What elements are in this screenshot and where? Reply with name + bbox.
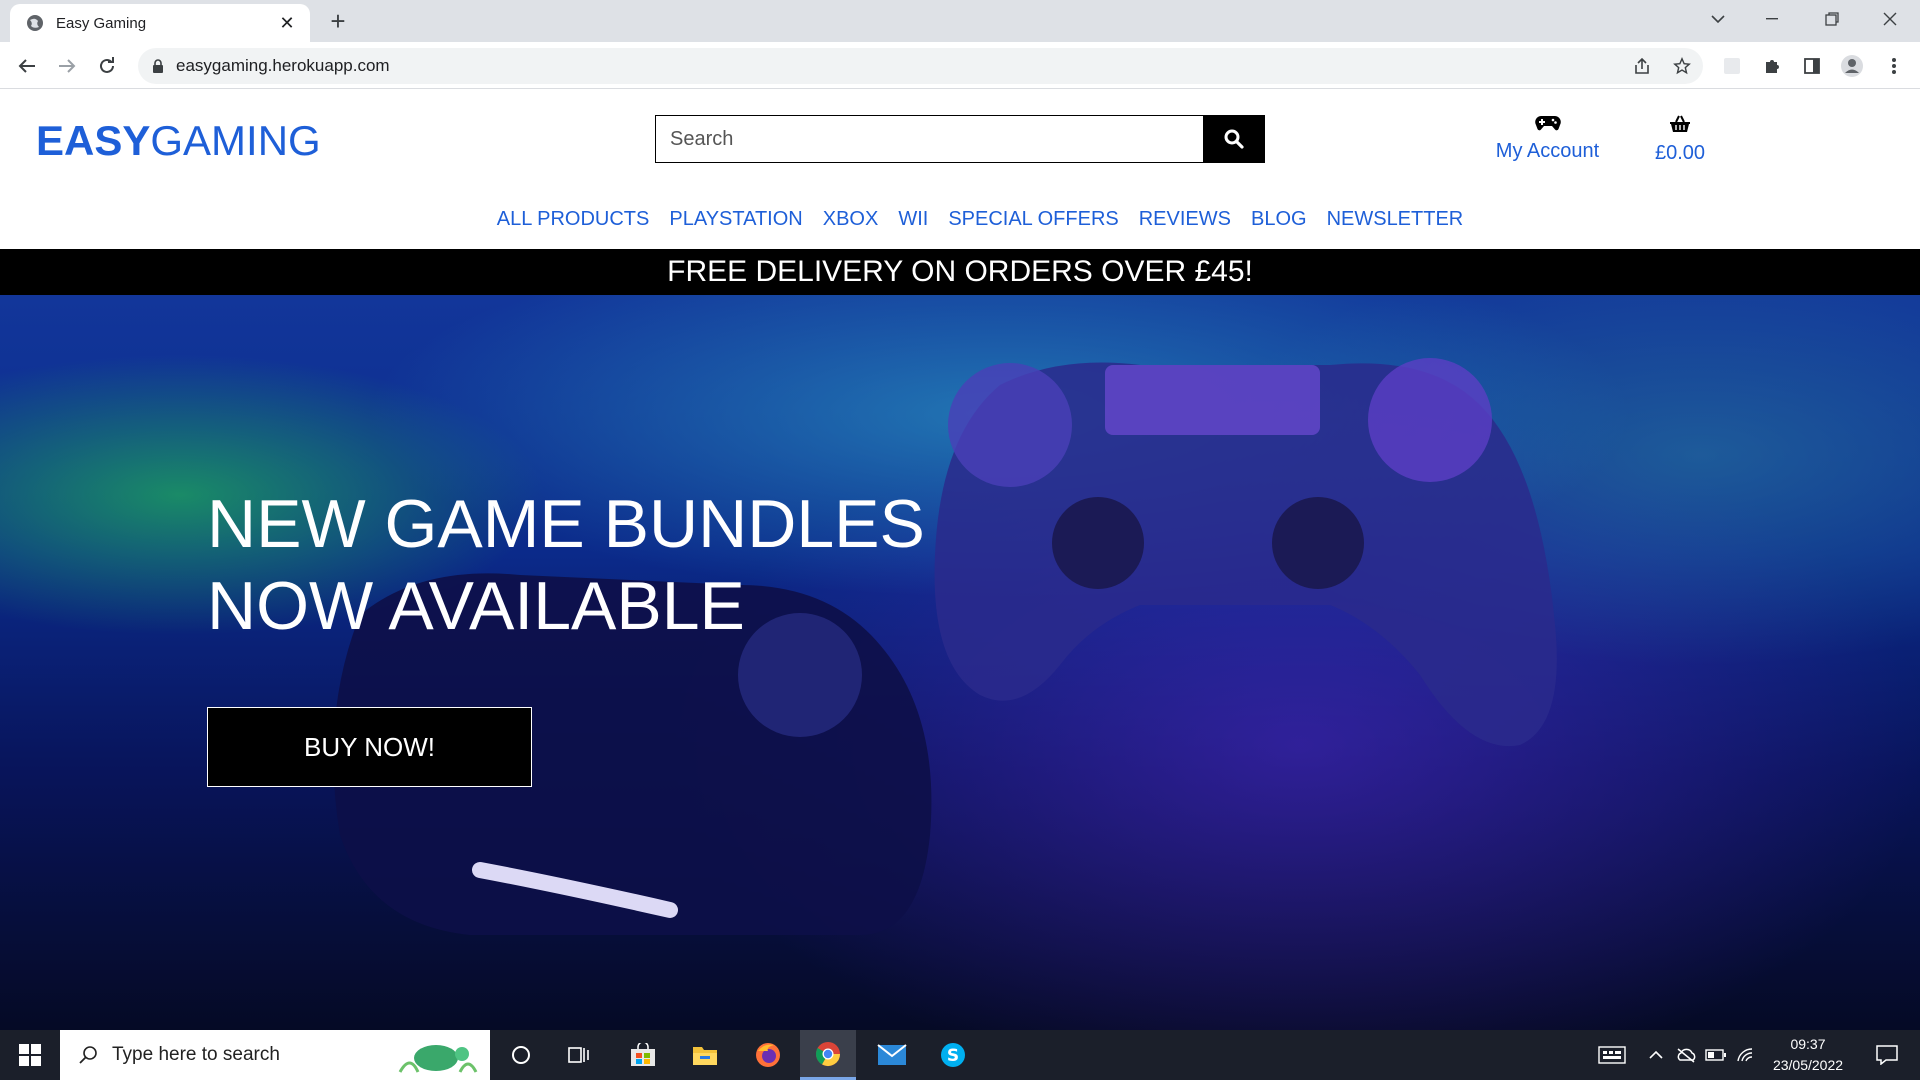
- nav-blog[interactable]: BLOG: [1251, 201, 1307, 237]
- clock-time: 09:37: [1790, 1036, 1826, 1052]
- nav-wii[interactable]: WII: [898, 201, 928, 237]
- taskbar-search-placeholder: Type here to search: [112, 1044, 280, 1065]
- store-icon[interactable]: [615, 1030, 671, 1080]
- hero-title-line-2: NOW AVAILABLE: [207, 568, 745, 644]
- svg-text:S: S: [947, 1046, 959, 1066]
- browser-menu-icon[interactable]: [1879, 51, 1909, 81]
- nav-newsletter[interactable]: NEWSLETTER: [1327, 201, 1464, 237]
- basket-icon: [1669, 115, 1691, 133]
- globe-icon: [26, 14, 44, 32]
- search-input[interactable]: [655, 115, 1203, 163]
- bookmark-star-icon[interactable]: [1667, 51, 1697, 81]
- close-tab-icon[interactable]: ✕: [276, 13, 298, 34]
- logo-light-text: GAMING: [150, 117, 321, 164]
- side-panel-icon[interactable]: [1797, 51, 1827, 81]
- gamepad-icon: [1534, 115, 1561, 131]
- browser-toolbar: easygaming.herokuapp.com: [0, 42, 1920, 89]
- free-delivery-banner: FREE DELIVERY ON ORDERS OVER £45!: [0, 249, 1920, 295]
- search-button[interactable]: [1203, 115, 1265, 163]
- logo-bold-text: EASY: [36, 117, 151, 164]
- hero-controller-image: [333, 358, 1557, 935]
- magnifier-icon: [78, 1045, 98, 1065]
- hero-title-line-1: NEW GAME BUNDLES: [207, 486, 925, 562]
- search-icon: [1224, 129, 1244, 149]
- tab-search-icon[interactable]: [1696, 0, 1740, 38]
- search-highlight-turtle-icon: [390, 1034, 482, 1076]
- url-text: easygaming.herokuapp.com: [176, 56, 390, 75]
- lock-icon: [152, 59, 164, 73]
- buy-now-button[interactable]: BUY NOW!: [207, 707, 532, 787]
- share-icon[interactable]: [1627, 51, 1657, 81]
- extensions-puzzle-icon[interactable]: [1757, 51, 1787, 81]
- battery-icon[interactable]: [1702, 1030, 1730, 1080]
- mail-icon[interactable]: [864, 1030, 920, 1080]
- main-nav: ALL PRODUCTS PLAYSTATION XBOX WII SPECIA…: [0, 201, 1920, 237]
- browser-tab[interactable]: Easy Gaming ✕: [10, 4, 310, 42]
- tab-title: Easy Gaming: [56, 14, 147, 32]
- chrome-icon[interactable]: [800, 1030, 856, 1080]
- browser-tab-strip: Easy Gaming ✕ +: [0, 0, 1920, 42]
- windows-start-icon[interactable]: [0, 1030, 60, 1080]
- reload-icon[interactable]: [92, 51, 122, 81]
- taskbar-search-box[interactable]: Type here to search: [60, 1030, 490, 1080]
- back-icon[interactable]: [12, 51, 42, 81]
- nav-reviews[interactable]: REVIEWS: [1139, 201, 1231, 237]
- hero-section: NEW GAME BUNDLES NOW AVAILABLE BUY NOW!: [0, 295, 1920, 1030]
- site-logo[interactable]: EASYGAMING: [36, 117, 321, 165]
- nav-special-offers[interactable]: SPECIAL OFFERS: [948, 201, 1118, 237]
- nav-xbox[interactable]: XBOX: [823, 201, 879, 237]
- my-account-label: My Account: [1495, 140, 1600, 162]
- windows-taskbar: Type here to search S 09:37 23/05/2022: [0, 1030, 1920, 1080]
- site-search: [655, 115, 1265, 163]
- restore-button[interactable]: [1810, 0, 1854, 38]
- keyboard-layout-icon[interactable]: [1592, 1030, 1632, 1080]
- address-bar[interactable]: easygaming.herokuapp.com: [138, 48, 1703, 84]
- task-view-icon[interactable]: [551, 1030, 607, 1080]
- close-window-button[interactable]: [1868, 0, 1912, 38]
- extension-placeholder-icon[interactable]: [1717, 51, 1747, 81]
- nav-all-products[interactable]: ALL PRODUCTS: [497, 201, 650, 237]
- taskbar-clock[interactable]: 09:37 23/05/2022: [1758, 1034, 1858, 1076]
- new-tab-button[interactable]: +: [323, 6, 353, 36]
- cortana-icon[interactable]: [493, 1030, 549, 1080]
- basket-link[interactable]: £0.00: [1645, 115, 1715, 165]
- action-center-icon[interactable]: [1862, 1030, 1912, 1080]
- nav-playstation[interactable]: PLAYSTATION: [669, 201, 802, 237]
- clock-date: 23/05/2022: [1772, 1057, 1844, 1073]
- profile-avatar-icon[interactable]: [1837, 51, 1867, 81]
- wifi-icon[interactable]: [1732, 1030, 1760, 1080]
- file-explorer-icon[interactable]: [677, 1030, 733, 1080]
- hero-title: NEW GAME BUNDLES NOW AVAILABLE: [207, 483, 925, 647]
- site-header: EASYGAMING My Account £0.00 ALL PRODUCTS…: [0, 89, 1920, 249]
- forward-icon[interactable]: [52, 51, 82, 81]
- my-account-link[interactable]: My Account: [1490, 115, 1605, 163]
- show-hidden-icons-icon[interactable]: [1642, 1030, 1670, 1080]
- firefox-icon[interactable]: [740, 1030, 796, 1080]
- onedrive-icon[interactable]: [1672, 1030, 1700, 1080]
- minimize-button[interactable]: [1750, 0, 1794, 38]
- skype-icon[interactable]: S: [925, 1030, 981, 1080]
- basket-total: £0.00: [1654, 142, 1706, 164]
